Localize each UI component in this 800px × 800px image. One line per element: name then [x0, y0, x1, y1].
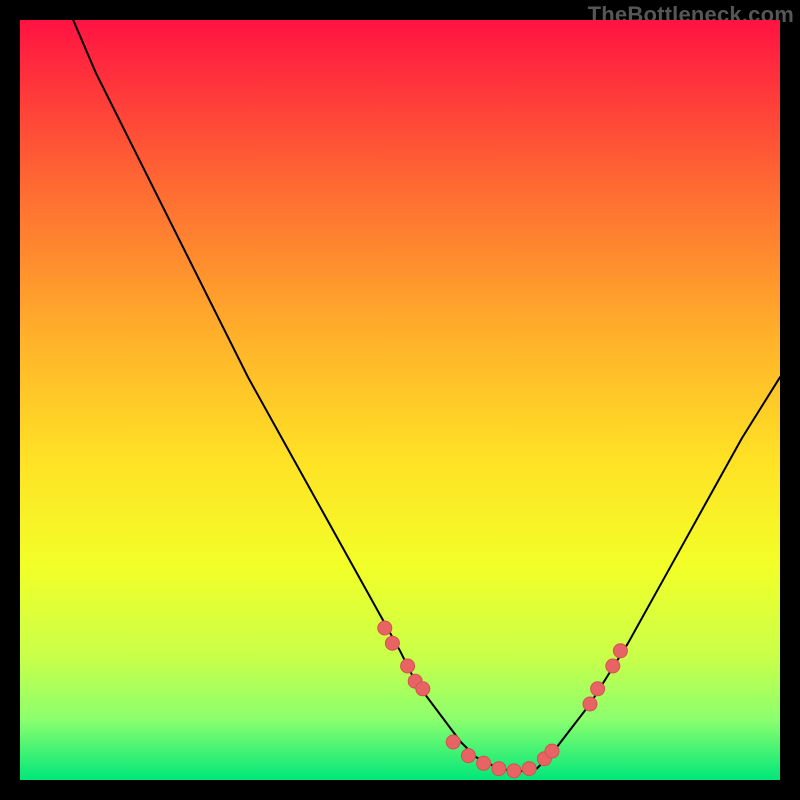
data-marker: [545, 744, 559, 758]
data-marker: [507, 764, 521, 778]
data-marker: [492, 762, 506, 776]
data-marker: [522, 762, 536, 776]
data-marker: [613, 644, 627, 658]
data-marker: [416, 682, 430, 696]
data-marker: [591, 682, 605, 696]
data-marker: [477, 756, 491, 770]
data-marker: [606, 659, 620, 673]
data-marker: [461, 749, 475, 763]
chart-plot-area: [20, 20, 780, 780]
data-marker: [446, 735, 460, 749]
data-marker: [378, 621, 392, 635]
data-marker: [385, 636, 399, 650]
chart-svg: [20, 20, 780, 780]
chart-frame: TheBottleneck.com: [0, 0, 800, 800]
chart-background: [20, 20, 780, 780]
data-marker: [583, 697, 597, 711]
data-marker: [401, 659, 415, 673]
